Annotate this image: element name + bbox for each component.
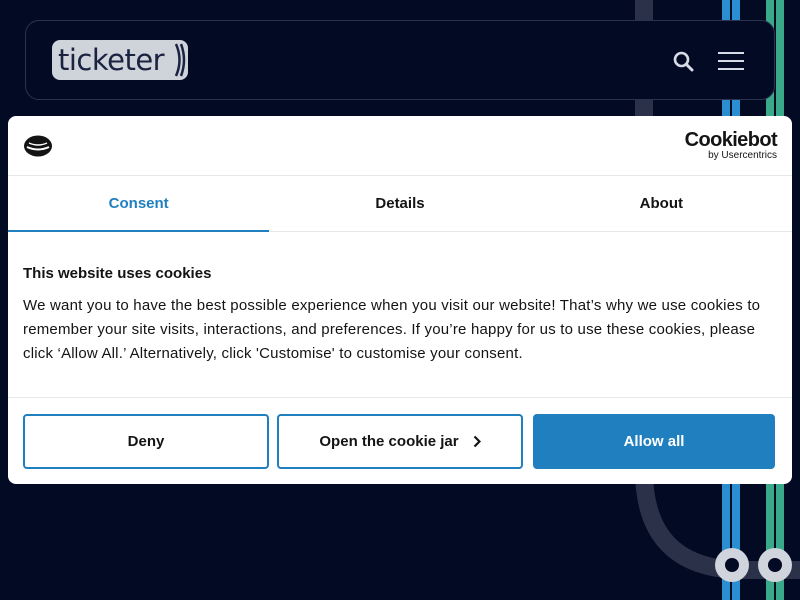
allow-all-button[interactable]: Allow all [533, 414, 775, 469]
deny-button-label: Deny [127, 433, 165, 450]
logo-text: ticketer [58, 43, 165, 77]
hamburger-line [718, 60, 744, 62]
carousel-dot-1[interactable] [715, 548, 749, 582]
search-icon [673, 51, 694, 72]
cookiebot-wordmark: Cookiebot [684, 129, 778, 151]
carousel-dots [715, 548, 793, 582]
deny-button[interactable]: Deny [23, 414, 269, 469]
dialog-title: This website uses cookies [23, 265, 212, 282]
dialog-actions: Deny Open the cookie jar Allow all [8, 397, 792, 484]
tab-consent[interactable]: Consent [8, 176, 270, 232]
hamburger-menu-icon [718, 52, 744, 54]
chevron-right-icon [473, 435, 481, 448]
dialog-description: We want you to have the best possible ex… [23, 297, 761, 362]
cookie-logo-icon [24, 135, 52, 157]
tab-details[interactable]: Details [269, 176, 530, 231]
cookiebot-brand[interactable]: Cookiebot by Usercentrics [684, 129, 778, 162]
dialog-tabs: Consent Details About [8, 176, 792, 232]
carousel-dot-2[interactable] [758, 548, 792, 582]
open-cookie-jar-label: Open the cookie jar [319, 433, 459, 450]
cookie-consent-dialog: Cookiebot by Usercentrics Consent Detail… [8, 116, 792, 484]
menu-button[interactable] [718, 50, 746, 72]
hamburger-line [718, 68, 744, 70]
open-cookie-jar-button[interactable]: Open the cookie jar [277, 414, 523, 469]
logo-bars-icon [174, 43, 186, 77]
ticketer-logo[interactable]: ticketer [52, 40, 188, 80]
search-button[interactable] [672, 50, 696, 74]
tab-about[interactable]: About [531, 176, 792, 231]
dialog-header: Cookiebot by Usercentrics [8, 116, 792, 176]
allow-all-label: Allow all [623, 433, 685, 450]
site-header: ticketer [25, 20, 775, 100]
cookiebot-byline: by Usercentrics [708, 150, 777, 161]
